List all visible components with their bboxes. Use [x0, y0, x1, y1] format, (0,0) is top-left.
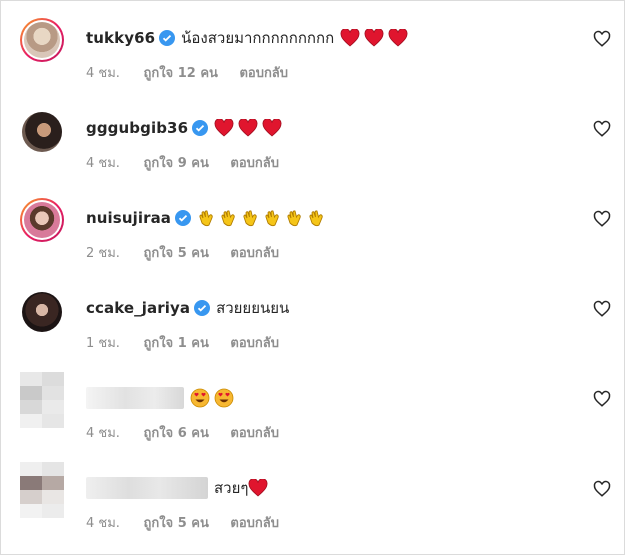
clapping-hands-icon: [265, 210, 279, 227]
reply-button[interactable]: ตอบกลับ: [230, 516, 279, 531]
reply-button[interactable]: ตอบกลับ: [230, 426, 279, 441]
comment-item: tukky66 น้องสวยมากกกกกกกกก 4 ชม. ถูกใจ 1…: [0, 18, 625, 107]
heart-eyes-face-icon: [214, 388, 234, 408]
verified-badge-icon: [159, 30, 176, 46]
comment-time: 1 ชม.: [86, 336, 120, 351]
reply-button[interactable]: ตอบกลับ: [239, 66, 288, 81]
verified-badge-icon: [194, 300, 211, 316]
comment-username[interactable]: nuisujiraa: [86, 209, 171, 227]
reply-button[interactable]: ตอบกลับ: [230, 336, 279, 351]
comment-item: สวยๆ 4 ชม. ถูกใจ 5 คน ตอบกลับ: [0, 462, 625, 557]
comment-likes-link[interactable]: ถูกใจ 5 คน: [143, 516, 208, 531]
comment-time: 4 ชม.: [86, 426, 120, 441]
comment-likes-link[interactable]: ถูกใจ 12 คน: [143, 66, 217, 81]
comment-text: สวยยยนยน: [216, 299, 290, 317]
red-heart-icon: [262, 119, 282, 137]
comment-time: 4 ชม.: [86, 66, 120, 81]
like-heart-icon[interactable]: [593, 210, 611, 228]
clapping-hands-icon: [309, 210, 323, 227]
like-heart-icon[interactable]: [593, 120, 611, 138]
comment-likes-link[interactable]: ถูกใจ 6 คน: [143, 426, 208, 441]
username-redacted: [86, 387, 184, 409]
clapping-hands-icon: [199, 210, 213, 227]
clapping-hands-icon: [243, 210, 257, 227]
comment-username[interactable]: gggubgib36: [86, 119, 188, 137]
like-heart-icon[interactable]: [593, 390, 611, 408]
comment-likes-link[interactable]: ถูกใจ 1 คน: [143, 336, 208, 351]
comment-text: น้องสวยมากกกกกกกกก: [181, 29, 335, 47]
comment-username[interactable]: ccake_jariya: [86, 299, 190, 317]
red-heart-icon: [214, 119, 234, 137]
avatar[interactable]: [20, 198, 64, 242]
comment-time: 4 ชม.: [86, 516, 120, 531]
red-heart-icon: [364, 29, 384, 47]
red-heart-icon: [238, 119, 258, 137]
red-heart-icon: [340, 29, 360, 47]
avatar[interactable]: [22, 292, 62, 332]
reply-button[interactable]: ตอบกลับ: [230, 156, 279, 171]
comment-time: 4 ชม.: [86, 156, 120, 171]
comment-text: สวยๆ: [214, 479, 249, 497]
like-heart-icon[interactable]: [593, 300, 611, 318]
red-heart-icon: [249, 479, 268, 497]
like-heart-icon[interactable]: [593, 30, 611, 48]
clap-emoji-group: [197, 208, 329, 228]
avatar-pixelated: [20, 372, 64, 428]
red-heart-icon: [388, 29, 408, 47]
like-heart-icon[interactable]: [593, 480, 611, 498]
comment-item: 4 ชม. ถูกใจ 6 คน ตอบกลับ: [0, 372, 625, 467]
comment-item: gggubgib36 4 ชม. ถูกใจ 9 คน ตอบกลับ: [0, 108, 625, 197]
comment-likes-link[interactable]: ถูกใจ 9 คน: [143, 156, 208, 171]
comment-item: nuisujiraa 2 ชม. ถูกใจ 5 คน ตอบกลับ: [0, 198, 625, 287]
verified-badge-icon: [192, 120, 209, 136]
verified-badge-icon: [175, 210, 192, 226]
avatar-pixelated: [20, 462, 64, 518]
avatar[interactable]: [20, 18, 64, 62]
reply-button[interactable]: ตอบกลับ: [230, 246, 279, 261]
username-redacted: [86, 477, 208, 499]
clapping-hands-icon: [287, 210, 301, 227]
comment-time: 2 ชม.: [86, 246, 120, 261]
comment-username[interactable]: tukky66: [86, 29, 155, 47]
comment-item: ccake_jariya สวยยยนยน 1 ชม. ถูกใจ 1 คน ต…: [0, 288, 625, 377]
avatar[interactable]: [22, 112, 62, 152]
heart-eyes-face-icon: [190, 388, 210, 408]
clapping-hands-icon: [221, 210, 235, 227]
comment-likes-link[interactable]: ถูกใจ 5 คน: [143, 246, 208, 261]
